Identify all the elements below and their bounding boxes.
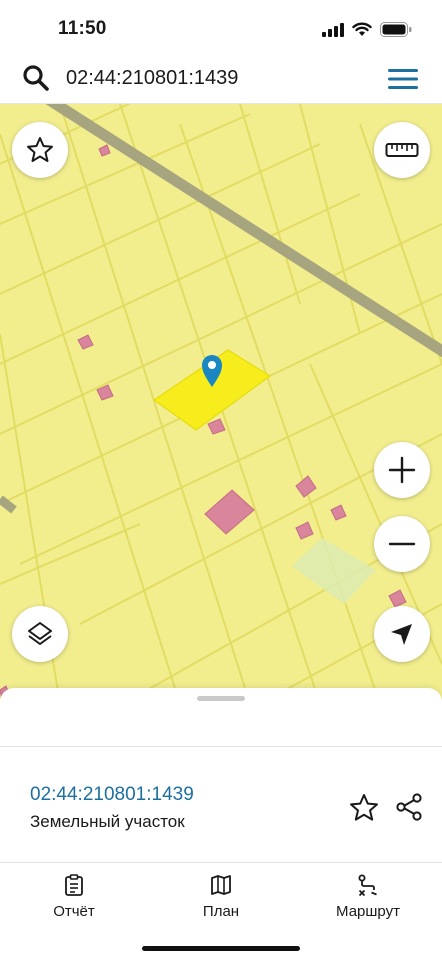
share-icon[interactable] xyxy=(394,792,424,822)
wifi-icon xyxy=(352,22,372,36)
tab-route[interactable]: Маршрут xyxy=(326,873,410,920)
parcel-type: Земельный участок xyxy=(30,812,185,831)
star-icon xyxy=(27,137,53,162)
report-icon xyxy=(65,874,83,896)
my-location-button[interactable] xyxy=(374,606,430,662)
bottom-tab-bar: Отчёт План Маршрут xyxy=(0,863,442,925)
status-time: 11:50 xyxy=(58,18,107,39)
status-icons xyxy=(322,22,412,37)
layers-icon xyxy=(28,622,52,645)
star-icon[interactable] xyxy=(348,792,380,824)
parcel-bottom-sheet: 02:44:210801:1439 Земельный участок Отчё… xyxy=(0,688,442,960)
tab-report[interactable]: Отчёт xyxy=(40,873,108,920)
tab-label: Отчёт xyxy=(53,903,95,920)
zoom-in-button[interactable] xyxy=(374,442,430,498)
search-icon[interactable] xyxy=(22,64,50,92)
search-input[interactable] xyxy=(66,62,366,94)
minus-icon xyxy=(388,542,416,546)
layers-button[interactable] xyxy=(12,606,68,662)
search-bar xyxy=(0,52,442,104)
status-bar: 11:50 xyxy=(0,0,442,56)
sheet-drag-handle[interactable] xyxy=(197,696,245,701)
cellular-signal-icon xyxy=(322,22,344,37)
zoom-out-button[interactable] xyxy=(374,516,430,572)
divider xyxy=(0,746,442,747)
favorite-button[interactable] xyxy=(12,122,68,178)
tab-label: Маршрут xyxy=(336,903,400,920)
map-canvas[interactable] xyxy=(0,104,442,700)
navigation-arrow-icon xyxy=(391,624,412,645)
ruler-icon xyxy=(385,143,419,157)
parcel-cadastral-number[interactable]: 02:44:210801:1439 xyxy=(30,784,194,806)
home-indicator xyxy=(142,946,300,951)
tab-label: План xyxy=(202,903,240,920)
measure-button[interactable] xyxy=(374,122,430,178)
map-view[interactable] xyxy=(0,104,442,700)
plus-icon xyxy=(388,456,416,484)
map-plan-icon xyxy=(211,875,231,895)
battery-icon xyxy=(380,22,412,37)
route-icon xyxy=(358,874,377,897)
tab-plan[interactable]: План xyxy=(188,873,254,920)
hamburger-menu-icon[interactable] xyxy=(386,66,420,92)
